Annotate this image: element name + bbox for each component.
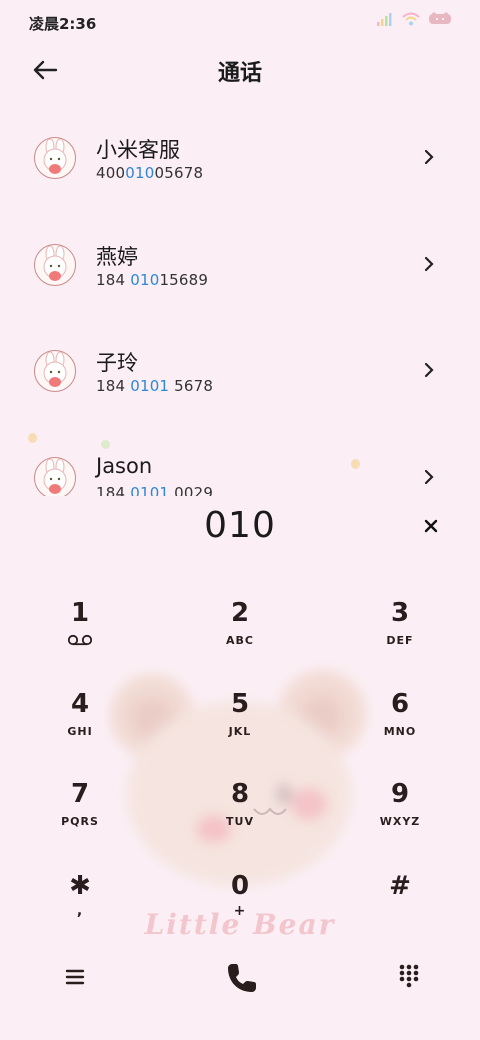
- bunny-avatar-icon: [43, 138, 67, 174]
- battery-icon: [429, 12, 451, 24]
- key-letters: GHI: [67, 725, 93, 738]
- key-star[interactable]: ✱ ,: [20, 871, 140, 951]
- key-7[interactable]: 7 PQRS: [20, 779, 140, 859]
- decorative-dot: [28, 433, 37, 443]
- key-6[interactable]: 6 MNO: [340, 689, 460, 769]
- avatar: [34, 457, 76, 496]
- contact-name: Jason: [96, 454, 153, 478]
- avatar: [34, 244, 76, 286]
- key-letters: JKL: [228, 725, 252, 738]
- key-letters: ABC: [226, 634, 254, 647]
- phone-call-icon[interactable]: [222, 958, 262, 998]
- key-digit: 6: [390, 689, 410, 719]
- key-digit: 2: [230, 598, 250, 628]
- chevron-right-icon[interactable]: [422, 361, 436, 379]
- chevron-right-icon[interactable]: [422, 255, 436, 273]
- status-icons: [376, 12, 454, 26]
- page-title: 通话: [217, 61, 262, 86]
- key-hash[interactable]: #: [340, 871, 460, 951]
- key-0[interactable]: 0 +: [180, 871, 300, 951]
- contact-item[interactable]: 子玲 184 0101 5678: [0, 317, 480, 423]
- key-letters: TUV: [226, 815, 254, 828]
- bunny-avatar-icon: [43, 458, 67, 494]
- key-9[interactable]: 9 WXYZ: [340, 779, 460, 859]
- key-digit: 8: [230, 779, 250, 809]
- contact-name: 子玲: [96, 351, 138, 375]
- contact-number: 40001005678: [96, 164, 204, 182]
- bunny-avatar-icon: [43, 245, 67, 281]
- key-digit: 0: [230, 871, 250, 901]
- key-8[interactable]: 8 TUV: [180, 779, 300, 859]
- contact-name: 燕婷: [96, 245, 138, 269]
- contact-item[interactable]: 小米客服 40001005678: [0, 104, 480, 210]
- decorative-dot: [351, 459, 360, 469]
- key-digit: 5: [230, 689, 250, 719]
- voicemail-icon: [67, 634, 93, 646]
- key-2[interactable]: 2 ABC: [180, 598, 300, 678]
- menu-icon[interactable]: [62, 964, 88, 990]
- key-digit: 7: [70, 779, 90, 809]
- contact-number: 184 0101 5678: [96, 377, 214, 395]
- top-bar: 通话: [0, 44, 480, 98]
- avatar: [34, 350, 76, 392]
- avatar: [34, 137, 76, 179]
- contact-item[interactable]: Jason 184 0101 0029: [0, 424, 480, 496]
- dialed-number[interactable]: 010: [0, 505, 480, 546]
- key-letters: +: [233, 903, 247, 919]
- contact-item[interactable]: 燕婷 184 01015689: [0, 211, 480, 317]
- signal-icon: [377, 13, 392, 26]
- key-1[interactable]: 1: [20, 598, 140, 678]
- key-digit: 1: [70, 598, 90, 628]
- key-letters: WXYZ: [379, 815, 421, 828]
- bunny-avatar-icon: [43, 351, 67, 387]
- contact-number: 184 0101 0029: [96, 484, 214, 496]
- bottom-bar: [0, 950, 480, 1010]
- key-digit: #: [389, 871, 411, 901]
- key-4[interactable]: 4 GHI: [20, 689, 140, 769]
- key-5[interactable]: 5 JKL: [180, 689, 300, 769]
- contact-number: 184 01015689: [96, 271, 209, 289]
- key-digit: 3: [390, 598, 410, 628]
- key-digit: 4: [70, 689, 90, 719]
- clear-icon[interactable]: [420, 515, 442, 537]
- key-letters: DEF: [386, 634, 414, 647]
- chevron-right-icon[interactable]: [422, 148, 436, 166]
- status-time: 凌晨2:36: [29, 15, 97, 33]
- contact-results-list[interactable]: 小米客服 40001005678 燕婷 184 01015689 子玲 184 …: [0, 104, 480, 496]
- key-letters: MNO: [383, 725, 417, 738]
- dialpad-icon[interactable]: [396, 962, 422, 988]
- status-bar: 凌晨2:36: [0, 0, 480, 44]
- contact-name: 小米客服: [96, 138, 180, 162]
- key-digit: ✱: [69, 871, 91, 901]
- wifi-icon: [402, 12, 420, 26]
- key-letters: ,: [76, 903, 84, 919]
- decorative-dot: [101, 440, 110, 449]
- key-letters: PQRS: [61, 815, 99, 828]
- key-digit: 9: [390, 779, 410, 809]
- key-3[interactable]: 3 DEF: [340, 598, 460, 678]
- chevron-right-icon[interactable]: [422, 468, 436, 486]
